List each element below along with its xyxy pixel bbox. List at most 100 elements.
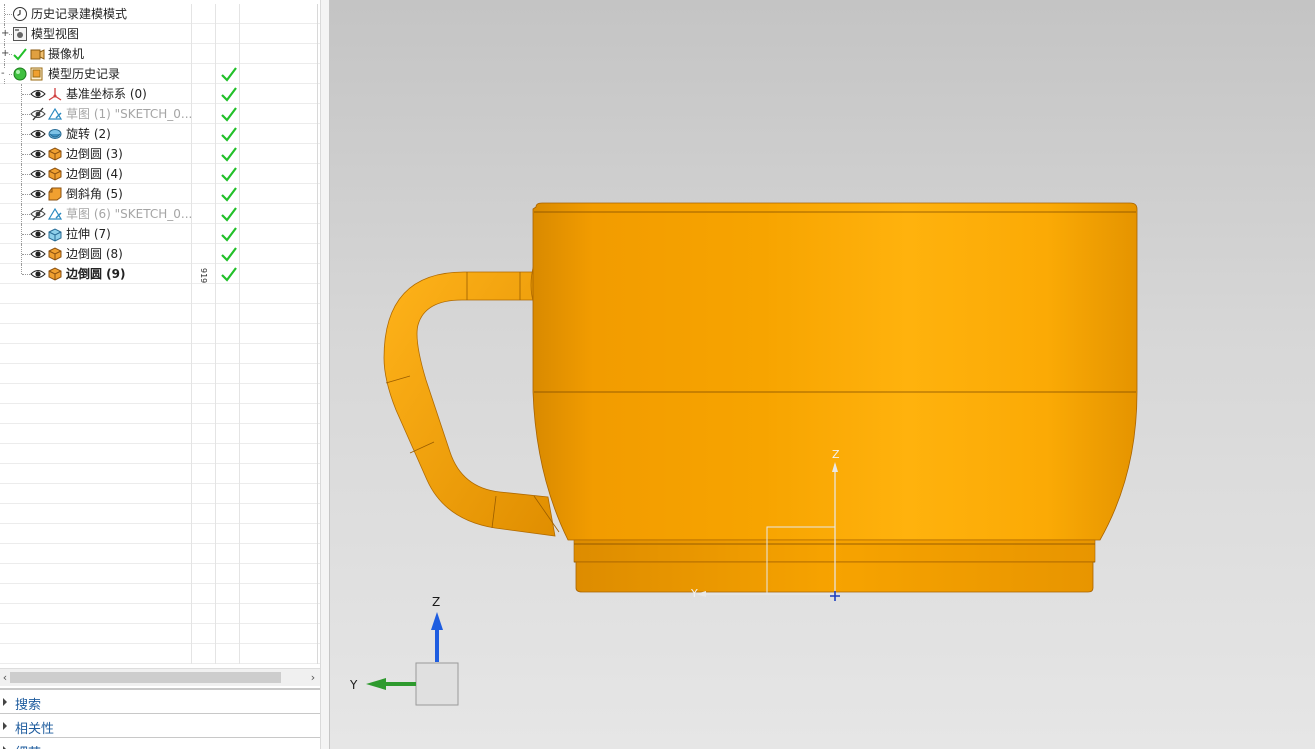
graphics-viewport[interactable]: Z Y Z Y [330, 0, 1315, 749]
panel-splitter[interactable] [320, 0, 330, 749]
tree-row[interactable]: 旋转 (2) [0, 124, 320, 144]
tree-row[interactable]: + 摄像机 [0, 44, 320, 64]
hidden-eye-icon[interactable] [30, 106, 46, 122]
tree-cell [240, 584, 318, 604]
visible-eye-icon[interactable] [30, 166, 46, 182]
tree-item-label: 模型视图 [31, 27, 80, 41]
tree-cell [240, 244, 318, 264]
tree-cell [192, 344, 216, 364]
tree-cell [0, 324, 192, 344]
empty-tree-row [0, 504, 320, 524]
expand-toggle-icon[interactable]: + [1, 49, 9, 59]
empty-tree-row [0, 404, 320, 424]
view-triad[interactable]: Z Y [349, 595, 459, 706]
cup-model-view[interactable]: Z Y Z Y [330, 0, 1315, 749]
tree-cell [0, 644, 192, 664]
tree-cell [240, 104, 318, 124]
tree-cell [0, 604, 192, 624]
tree-cell [240, 604, 318, 624]
datum-y-label: Y [690, 587, 698, 600]
tree-cell [0, 304, 192, 324]
empty-tree-row [0, 604, 320, 624]
visible-eye-icon[interactable] [30, 266, 46, 282]
tree-cell [240, 124, 318, 144]
tree-cell [216, 604, 240, 624]
tree-cell [240, 184, 318, 204]
tree-cell [192, 364, 216, 384]
tree-connector [21, 84, 22, 104]
tree-row[interactable]: 基准坐标系 (0) [0, 84, 320, 104]
up-to-date-check-icon [221, 87, 237, 102]
tree-cell [216, 524, 240, 544]
up-to-date-check-icon [221, 167, 237, 182]
tree-cell [216, 404, 240, 424]
tree-cell [240, 564, 318, 584]
tree-connector [22, 174, 30, 175]
tree-row[interactable]: 草图 (1) "SKETCH_0... [0, 104, 320, 124]
tree-cell [0, 24, 192, 44]
up-to-date-check-icon [221, 187, 237, 202]
tree-row[interactable]: 历史记录建模模式 [0, 4, 320, 24]
tree-cell [240, 524, 318, 544]
visible-eye-icon[interactable] [30, 226, 46, 242]
empty-tree-row [0, 464, 320, 484]
feature-flag-icon: 919 [199, 268, 208, 284]
tree-row[interactable]: 边倒圆 (3) [0, 144, 320, 164]
scroll-right-arrow-icon[interactable]: › [308, 669, 318, 686]
tree-item-label: 旋转 (2) [66, 127, 111, 141]
tree-row[interactable]: 拉伸 (7) [0, 224, 320, 244]
visible-eye-icon[interactable] [30, 146, 46, 162]
tree-row[interactable]: 草图 (6) "SKETCH_0... [0, 204, 320, 224]
tree-cell [192, 24, 216, 44]
tree-cell [0, 384, 192, 404]
datum-csys-icon [48, 88, 62, 101]
visible-eye-icon[interactable] [30, 126, 46, 142]
checkbox-icon[interactable] [12, 46, 28, 62]
tree-cell [216, 304, 240, 324]
tree-row[interactable]: 边倒圆 (9) 919 [0, 264, 320, 284]
tree-connector [22, 94, 30, 95]
tree-cell [192, 244, 216, 264]
horizontal-scrollbar[interactable]: ‹ › [0, 668, 320, 686]
tree-cell [192, 604, 216, 624]
tree-row[interactable]: + 模型视图 [0, 24, 320, 44]
active-status-icon[interactable] [12, 66, 28, 82]
empty-tree-row [0, 564, 320, 584]
visible-eye-icon[interactable] [30, 246, 46, 262]
extrude-icon [48, 228, 62, 242]
expand-toggle-icon[interactable]: - [1, 69, 8, 79]
tree-cell [192, 124, 216, 144]
tree-cell [240, 224, 318, 244]
tree-cell [0, 624, 192, 644]
tree-cell [240, 644, 318, 664]
panel-dependencies[interactable]: 相关性 [0, 714, 320, 738]
tree-cell [216, 644, 240, 664]
tree-row[interactable]: 边倒圆 (8) [0, 244, 320, 264]
visible-eye-icon[interactable] [30, 186, 46, 202]
tree-cell [192, 284, 216, 304]
tree-row[interactable]: 倒斜角 (5) [0, 184, 320, 204]
tree-cell [240, 364, 318, 384]
tree-cell [192, 464, 216, 484]
visible-eye-icon[interactable] [30, 86, 46, 102]
panel-details[interactable]: 细节 [0, 738, 320, 749]
tree-cell [192, 4, 216, 24]
expand-toggle-icon[interactable]: + [1, 29, 9, 39]
tree-cell [240, 24, 318, 44]
tree-row[interactable]: - 模型历史记录 [0, 64, 320, 84]
empty-tree-row [0, 624, 320, 644]
empty-tree-row [0, 324, 320, 344]
hidden-eye-icon[interactable] [30, 206, 46, 222]
sketch-icon [47, 207, 63, 220]
up-to-date-check-icon [221, 107, 237, 122]
tree-cell [216, 364, 240, 384]
tree-cell [0, 404, 192, 424]
scroll-left-arrow-icon[interactable]: ‹ [0, 669, 10, 686]
tree-row[interactable]: 边倒圆 (4) [0, 164, 320, 184]
panel-search[interactable]: 搜索 [0, 690, 320, 714]
revolve-icon [48, 129, 62, 139]
empty-tree-row [0, 344, 320, 364]
tree-cell [192, 424, 216, 444]
scrollbar-thumb[interactable] [10, 672, 281, 683]
part-navigator: 历史记录建模模式 + 模型视图 + 摄像机 - 模型历史记录 基准坐标系 (0) 草图 (1) … [0, 0, 320, 749]
